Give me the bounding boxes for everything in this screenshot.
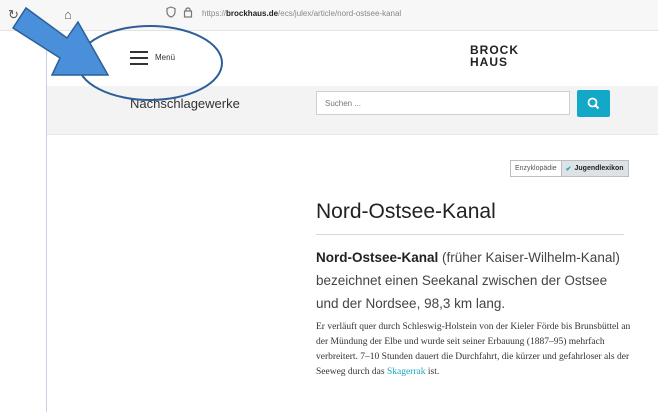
lock-icon[interactable] [183,6,193,18]
toggle-label-1: Enzyklopädie [515,165,557,172]
lead-term: Nord-Ostsee-Kanal [316,250,439,265]
section-title[interactable]: Nachschlagewerke [130,96,240,111]
body-text-2: ist. [425,367,440,377]
brockhaus-logo[interactable]: BROCK HAUS [470,44,519,68]
home-icon[interactable]: ⌂ [64,7,72,22]
shield-icon[interactable] [166,6,176,18]
article-body: Er verläuft quer durch Schleswig-Holstei… [316,320,631,380]
url-field[interactable]: https://brockhaus.de/ecs/julex/article/n… [202,9,401,18]
toggle-enzyklopaedie[interactable]: Enzyklopädie [511,161,562,176]
checkmark-icon: ✔ [565,165,572,173]
logo-line-2: HAUS [470,55,509,69]
toggle-jugendlexikon[interactable]: ✔ Jugendlexikon [561,161,628,176]
search-button[interactable] [577,90,610,117]
browser-address-bar: ↻ ⌂ https://brockhaus.de/ecs/julex/artic… [0,0,658,31]
menu-label[interactable]: Menü [155,53,175,62]
article-lead: Nord-Ostsee-Kanal (früher Kaiser-Wilhelm… [316,246,631,315]
search-icon [587,97,600,110]
url-prefix: https:// [202,9,227,18]
hamburger-icon[interactable] [130,51,148,65]
body-text-1: Er verläuft quer durch Schleswig-Holstei… [316,322,631,377]
url-domain: brockhaus.de [226,9,279,18]
reload-icon[interactable]: ↻ [8,7,19,23]
lexicon-toggle: Enzyklopädie ✔ Jugendlexikon [510,160,629,177]
toggle-label-2: Jugendlexikon [574,165,624,172]
url-path: /ecs/julex/article/nord-ostsee-kanal [278,9,402,18]
article-title: Nord-Ostsee-Kanal [316,200,496,223]
skagerrak-link[interactable]: Skagerrak [387,367,426,377]
search-input[interactable] [316,91,570,115]
title-divider [316,234,624,235]
